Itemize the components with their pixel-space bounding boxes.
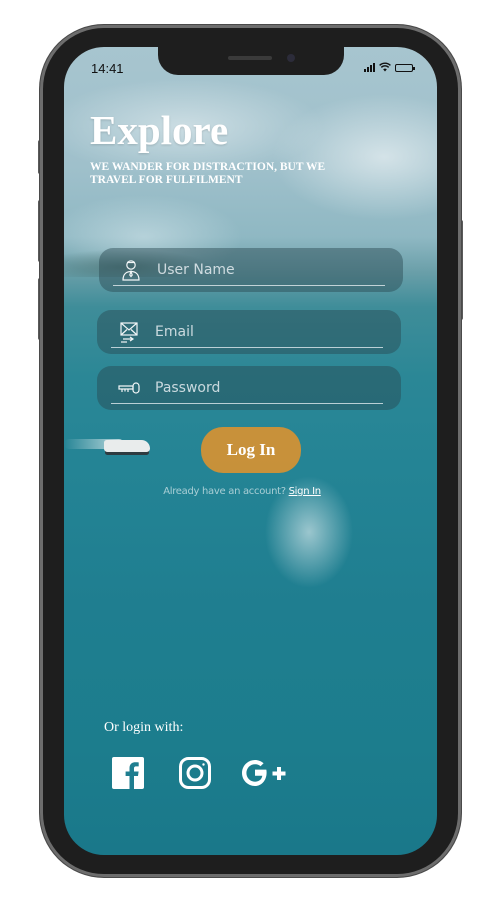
- page-subtitle: WE WANDER FOR DISTRACTION, BUT WE TRAVEL…: [90, 161, 326, 186]
- notch: [158, 47, 344, 75]
- envelope-icon: [120, 322, 138, 343]
- speaker-grill: [228, 56, 272, 60]
- status-icons: [364, 62, 415, 72]
- status-time: 14:41: [91, 61, 124, 76]
- facebook-icon[interactable]: [110, 755, 146, 791]
- social-login-label: Or login with:: [104, 720, 184, 735]
- password-underline: [111, 403, 383, 404]
- username-input[interactable]: [155, 256, 379, 284]
- login-button[interactable]: Log In: [201, 427, 301, 473]
- email-field[interactable]: [97, 310, 401, 354]
- google-plus-icon[interactable]: [240, 755, 292, 791]
- key-icon: [118, 382, 140, 394]
- username-field[interactable]: [99, 248, 403, 292]
- boat: [104, 440, 150, 452]
- instagram-icon[interactable]: [177, 755, 213, 791]
- battery-icon: [395, 64, 415, 72]
- front-camera: [287, 54, 295, 62]
- signin-prompt: Already have an account? Sign In: [0, 486, 484, 497]
- wifi-icon: [379, 62, 391, 72]
- cellular-signal-icon: [364, 62, 375, 72]
- signin-link[interactable]: Sign In: [289, 486, 321, 497]
- username-underline: [113, 285, 385, 286]
- password-field[interactable]: [97, 366, 401, 410]
- email-underline: [111, 347, 383, 348]
- email-input[interactable]: [153, 318, 377, 346]
- password-input[interactable]: [153, 374, 377, 402]
- user-icon: [122, 260, 140, 281]
- page-title: Explore: [90, 107, 229, 153]
- account-prompt-text: Already have an account?: [163, 486, 286, 497]
